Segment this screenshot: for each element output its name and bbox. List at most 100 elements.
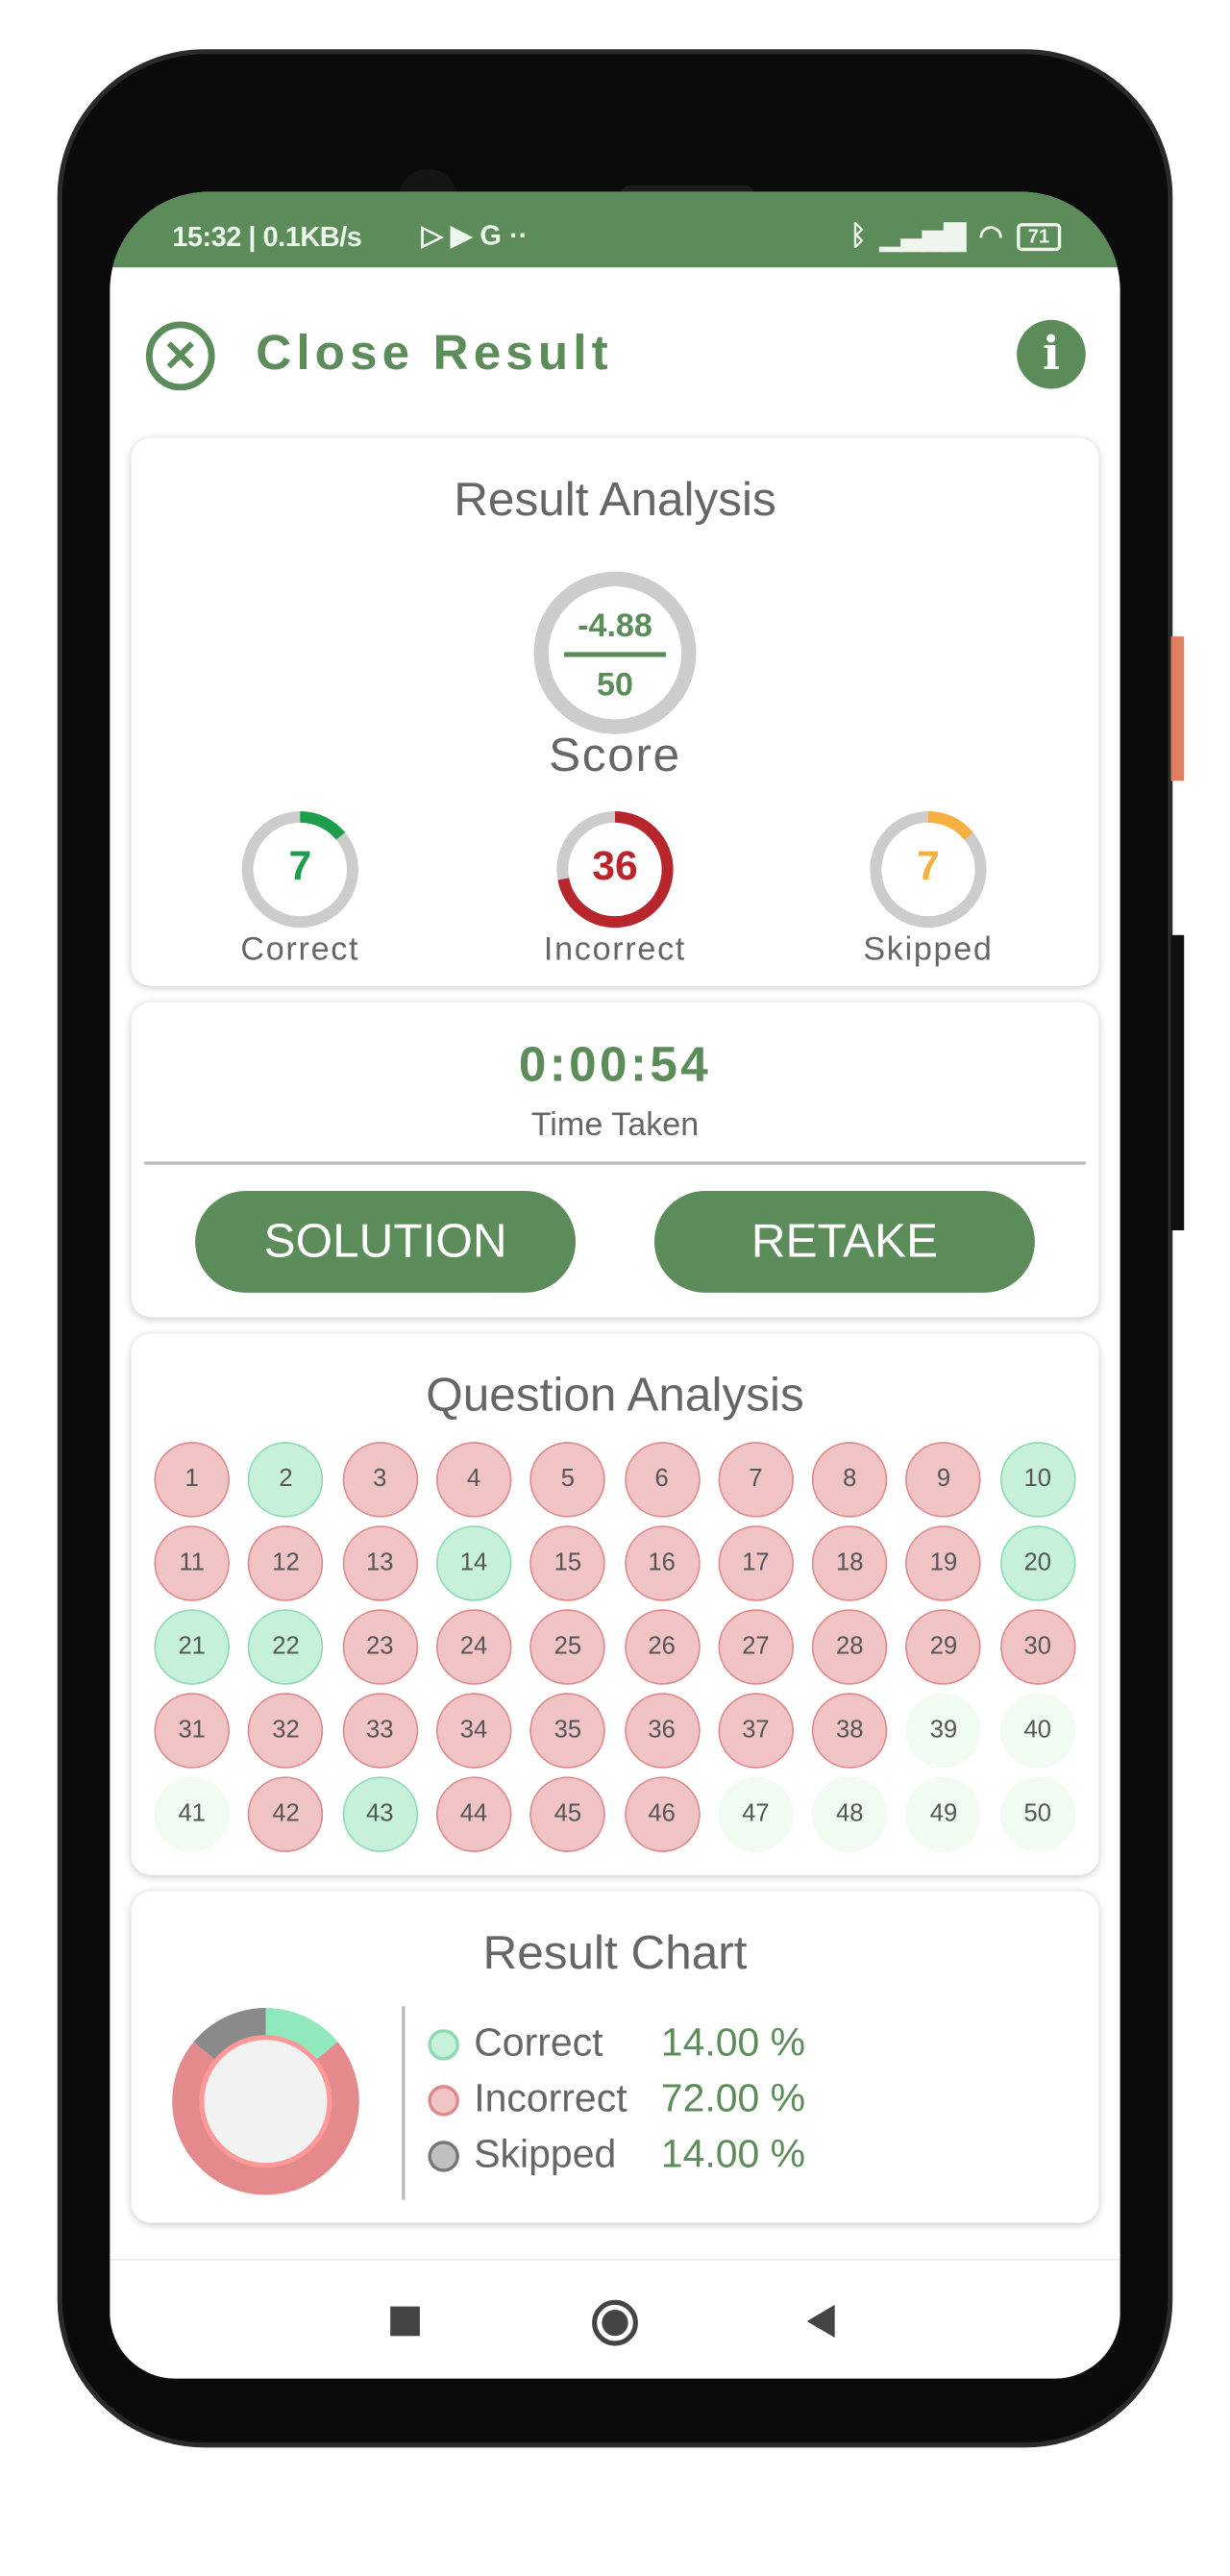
question-35[interactable]: 35 <box>529 1693 606 1769</box>
screen: 15:32 | 0.1KB/s ▷ ▶ G ·· ᛒ ▁▃▅▇ ◠ 71 ✕ C… <box>110 191 1120 2379</box>
legend-item-skipped: Skipped 14.00 % <box>428 2131 805 2180</box>
legend-label: Skipped <box>474 2132 617 2177</box>
divider <box>144 1161 1086 1164</box>
stat-label-skipped: Skipped <box>863 931 994 968</box>
question-7[interactable]: 7 <box>718 1442 794 1518</box>
stat-value-incorrect: 36 <box>592 843 638 890</box>
question-33[interactable]: 33 <box>342 1693 418 1769</box>
question-8[interactable]: 8 <box>811 1442 888 1518</box>
question-12[interactable]: 12 <box>248 1525 324 1601</box>
question-25[interactable]: 25 <box>529 1609 606 1685</box>
question-21[interactable]: 21 <box>154 1609 230 1685</box>
legend-dot <box>428 2140 459 2171</box>
question-15[interactable]: 15 <box>529 1525 606 1601</box>
question-23[interactable]: 23 <box>342 1609 418 1685</box>
question-11[interactable]: 11 <box>154 1525 230 1601</box>
header: ✕ Close Result i <box>145 319 1086 392</box>
question-40[interactable]: 40 <box>999 1693 1076 1769</box>
divider <box>402 2006 405 2200</box>
side-button <box>1170 636 1185 781</box>
legend-value: 14.00 % <box>660 2132 806 2177</box>
question-41[interactable]: 41 <box>154 1776 230 1852</box>
question-19[interactable]: 19 <box>905 1525 982 1601</box>
time-value: 0:00:54 <box>518 1038 712 1093</box>
question-32[interactable]: 32 <box>248 1693 324 1769</box>
home-icon[interactable] <box>592 2299 638 2346</box>
legend-value: 14.00 % <box>660 2020 806 2066</box>
rings <box>241 571 987 929</box>
question-26[interactable]: 26 <box>624 1609 700 1685</box>
legend-dot <box>428 2084 459 2116</box>
question-38[interactable]: 38 <box>811 1693 888 1769</box>
question-4[interactable]: 4 <box>435 1442 512 1518</box>
question-13[interactable]: 13 <box>342 1525 418 1601</box>
stat-value-skipped: 7 <box>917 843 940 890</box>
back-icon[interactable] <box>806 2304 835 2339</box>
question-36[interactable]: 36 <box>624 1693 700 1769</box>
question-31[interactable]: 31 <box>154 1693 230 1769</box>
time-label: Time Taken <box>530 1107 700 1144</box>
donut-center <box>199 2035 332 2168</box>
question-34[interactable]: 34 <box>435 1693 512 1769</box>
battery-icon: 71 <box>1016 222 1062 251</box>
question-46[interactable]: 46 <box>624 1776 700 1852</box>
notification-icons: ▷ ▶ G ·· <box>421 219 529 252</box>
question-48[interactable]: 48 <box>811 1776 888 1852</box>
question-10[interactable]: 10 <box>999 1442 1076 1518</box>
bluetooth-icon: ᛒ <box>849 219 867 252</box>
signal-icon: ▁▃▅▇ <box>879 219 966 252</box>
question-47[interactable]: 47 <box>718 1776 794 1852</box>
score-value: -4.88 <box>578 608 652 645</box>
question-50[interactable]: 50 <box>999 1776 1076 1852</box>
question-1[interactable]: 1 <box>154 1442 230 1518</box>
recent-apps-icon[interactable] <box>390 2306 420 2337</box>
question-49[interactable]: 49 <box>905 1776 982 1852</box>
status-left: 15:32 | 0.1KB/s <box>172 221 362 253</box>
question-22[interactable]: 22 <box>248 1609 324 1685</box>
question-42[interactable]: 42 <box>248 1776 324 1852</box>
legend-label: Correct <box>474 2020 603 2066</box>
question-16[interactable]: 16 <box>624 1525 700 1601</box>
question-44[interactable]: 44 <box>435 1776 512 1852</box>
question-20[interactable]: 20 <box>999 1525 1076 1601</box>
question-17[interactable]: 17 <box>718 1525 794 1601</box>
question-6[interactable]: 6 <box>624 1442 700 1518</box>
question-37[interactable]: 37 <box>718 1693 794 1769</box>
question-27[interactable]: 27 <box>718 1609 794 1685</box>
legend-dot <box>428 2028 459 2060</box>
legend-item-incorrect: Incorrect 72.00 % <box>428 2075 805 2124</box>
result-analysis-card: Result Analysis -4.88 50 Score 7 Correct 3… <box>131 437 1099 986</box>
stat-label-incorrect: Incorrect <box>543 931 687 968</box>
question-analysis-title: Question Analysis <box>426 1370 804 1423</box>
volume-button <box>1170 934 1185 1231</box>
legend-value: 72.00 % <box>660 2076 806 2121</box>
question-2[interactable]: 2 <box>248 1442 324 1518</box>
question-analysis-card: Question Analysis 1 2 3 4 5 6 7 8 9 10 11 12 13 14 15 1… <box>131 1333 1099 1875</box>
donut-chart <box>172 2007 359 2195</box>
result-chart-card: Result Chart Correct 14.00 % Incorrect 72.0… <box>131 1891 1099 2223</box>
question-9[interactable]: 9 <box>905 1442 982 1518</box>
question-18[interactable]: 18 <box>811 1525 888 1601</box>
question-5[interactable]: 5 <box>529 1442 606 1518</box>
close-circle-icon[interactable]: ✕ <box>145 321 215 391</box>
retake-button[interactable]: RETAKE <box>653 1191 1035 1293</box>
status-bar: 15:32 | 0.1KB/s ▷ ▶ G ·· ᛒ ▁▃▅▇ ◠ 71 <box>110 191 1120 268</box>
question-39[interactable]: 39 <box>905 1693 982 1769</box>
legend-label: Incorrect <box>474 2076 627 2121</box>
question-28[interactable]: 28 <box>811 1609 888 1685</box>
question-24[interactable]: 24 <box>435 1609 512 1685</box>
time-card: 0:00:54 Time Taken SOLUTION RETAKE <box>131 1002 1099 1318</box>
question-30[interactable]: 30 <box>999 1609 1076 1685</box>
question-45[interactable]: 45 <box>529 1776 606 1852</box>
info-icon[interactable]: i <box>1017 319 1086 389</box>
question-43[interactable]: 43 <box>342 1776 418 1852</box>
question-14[interactable]: 14 <box>435 1525 512 1601</box>
solution-button[interactable]: SOLUTION <box>195 1191 577 1293</box>
stat-value-correct: 7 <box>288 843 312 890</box>
score-total: 50 <box>597 667 633 705</box>
score-label: Score <box>549 730 681 783</box>
legend-item-correct: Correct 14.00 % <box>428 2019 805 2068</box>
question-29[interactable]: 29 <box>905 1609 982 1685</box>
close-result-title[interactable]: Close Result <box>256 327 613 383</box>
question-3[interactable]: 3 <box>342 1442 418 1518</box>
